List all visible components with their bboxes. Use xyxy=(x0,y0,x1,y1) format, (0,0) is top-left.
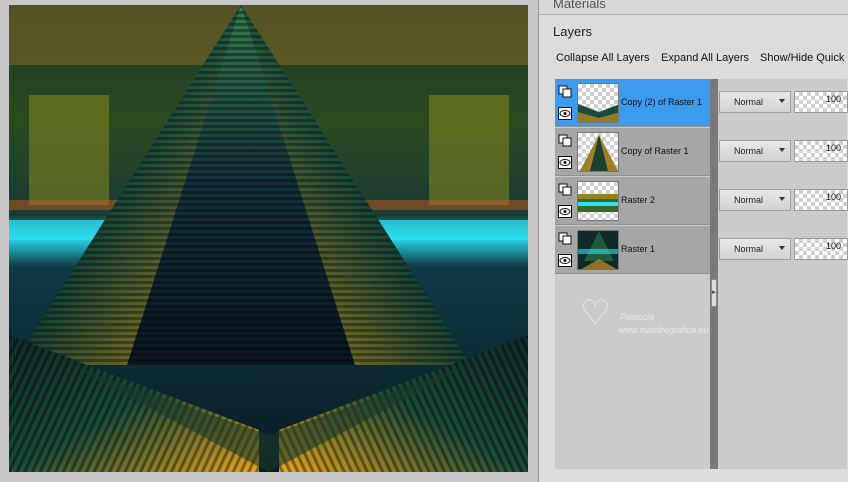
layer-row[interactable]: Raster 2 xyxy=(555,177,710,225)
collapse-all-layers-button[interactable]: Collapse All Layers xyxy=(556,52,650,64)
materials-bar[interactable]: Materials xyxy=(539,0,848,15)
canvas-area xyxy=(0,0,538,482)
materials-title: Materials xyxy=(553,0,606,11)
layer-name: Copy (2) of Raster 1 xyxy=(621,97,703,107)
layer-visibility-icon[interactable] xyxy=(558,183,572,196)
layer-name: Raster 2 xyxy=(621,195,656,205)
watermark-url: www.maidiregrafica.eu xyxy=(618,325,709,335)
layer-row[interactable]: Copy of Raster 1 xyxy=(555,128,710,176)
layer-visibility-icon[interactable] xyxy=(558,85,572,98)
opacity-field[interactable]: 100 xyxy=(794,91,848,113)
layer-row[interactable]: Raster 1 xyxy=(555,226,710,274)
panel-splitter[interactable]: ▸ xyxy=(710,79,718,469)
opacity-field[interactable]: 100 xyxy=(794,238,848,260)
layer-row[interactable]: Copy (2) of Raster 1 xyxy=(555,79,710,127)
layer-icons xyxy=(557,181,575,223)
layer-thumbnail xyxy=(577,132,619,172)
blend-mode-select[interactable]: Normal xyxy=(719,140,791,162)
layer-name: Raster 1 xyxy=(621,244,656,254)
chevron-down-icon xyxy=(779,246,785,250)
eye-icon[interactable] xyxy=(558,107,572,120)
layers-list: Copy (2) of Raster 1 Normal 100 Copy of … xyxy=(555,79,848,469)
layer-thumbnail xyxy=(577,230,619,270)
heart-logo-icon: ♡ xyxy=(580,294,611,332)
blend-mode-select[interactable]: Normal xyxy=(719,189,791,211)
chevron-down-icon xyxy=(779,99,785,103)
layer-thumbnail xyxy=(577,181,619,221)
opacity-field[interactable]: 100 xyxy=(794,189,848,211)
app-window: Materials Layers Collapse All Layers Exp… xyxy=(0,0,848,482)
image-canvas[interactable] xyxy=(9,5,528,472)
eye-icon[interactable] xyxy=(558,205,572,218)
layers-panel: Materials Layers Collapse All Layers Exp… xyxy=(538,0,848,482)
eye-icon[interactable] xyxy=(558,254,572,267)
artwork xyxy=(9,5,528,472)
chevron-down-icon xyxy=(779,197,785,201)
show-hide-quick-button[interactable]: Show/Hide Quick xyxy=(760,52,844,64)
layers-toolbar: Collapse All Layers Expand All Layers Sh… xyxy=(539,52,848,72)
blend-mode-select[interactable]: Normal xyxy=(719,238,791,260)
chevron-down-icon xyxy=(779,148,785,152)
layer-name: Copy of Raster 1 xyxy=(621,146,689,156)
eye-icon[interactable] xyxy=(558,156,572,169)
layer-icons xyxy=(557,132,575,174)
watermark: ♡ Pinuccia www.maidiregrafica.eu xyxy=(578,296,738,346)
layer-visibility-icon[interactable] xyxy=(558,232,572,245)
expand-all-layers-button[interactable]: Expand All Layers xyxy=(661,52,749,64)
layers-title: Layers xyxy=(553,24,593,39)
opacity-field[interactable]: 100 xyxy=(794,140,848,162)
layer-icons xyxy=(557,230,575,272)
watermark-name: Pinuccia xyxy=(620,312,655,322)
blend-mode-select[interactable]: Normal xyxy=(719,91,791,113)
layer-icons xyxy=(557,83,575,125)
layer-visibility-icon[interactable] xyxy=(558,134,572,147)
layer-thumbnail xyxy=(577,83,619,123)
